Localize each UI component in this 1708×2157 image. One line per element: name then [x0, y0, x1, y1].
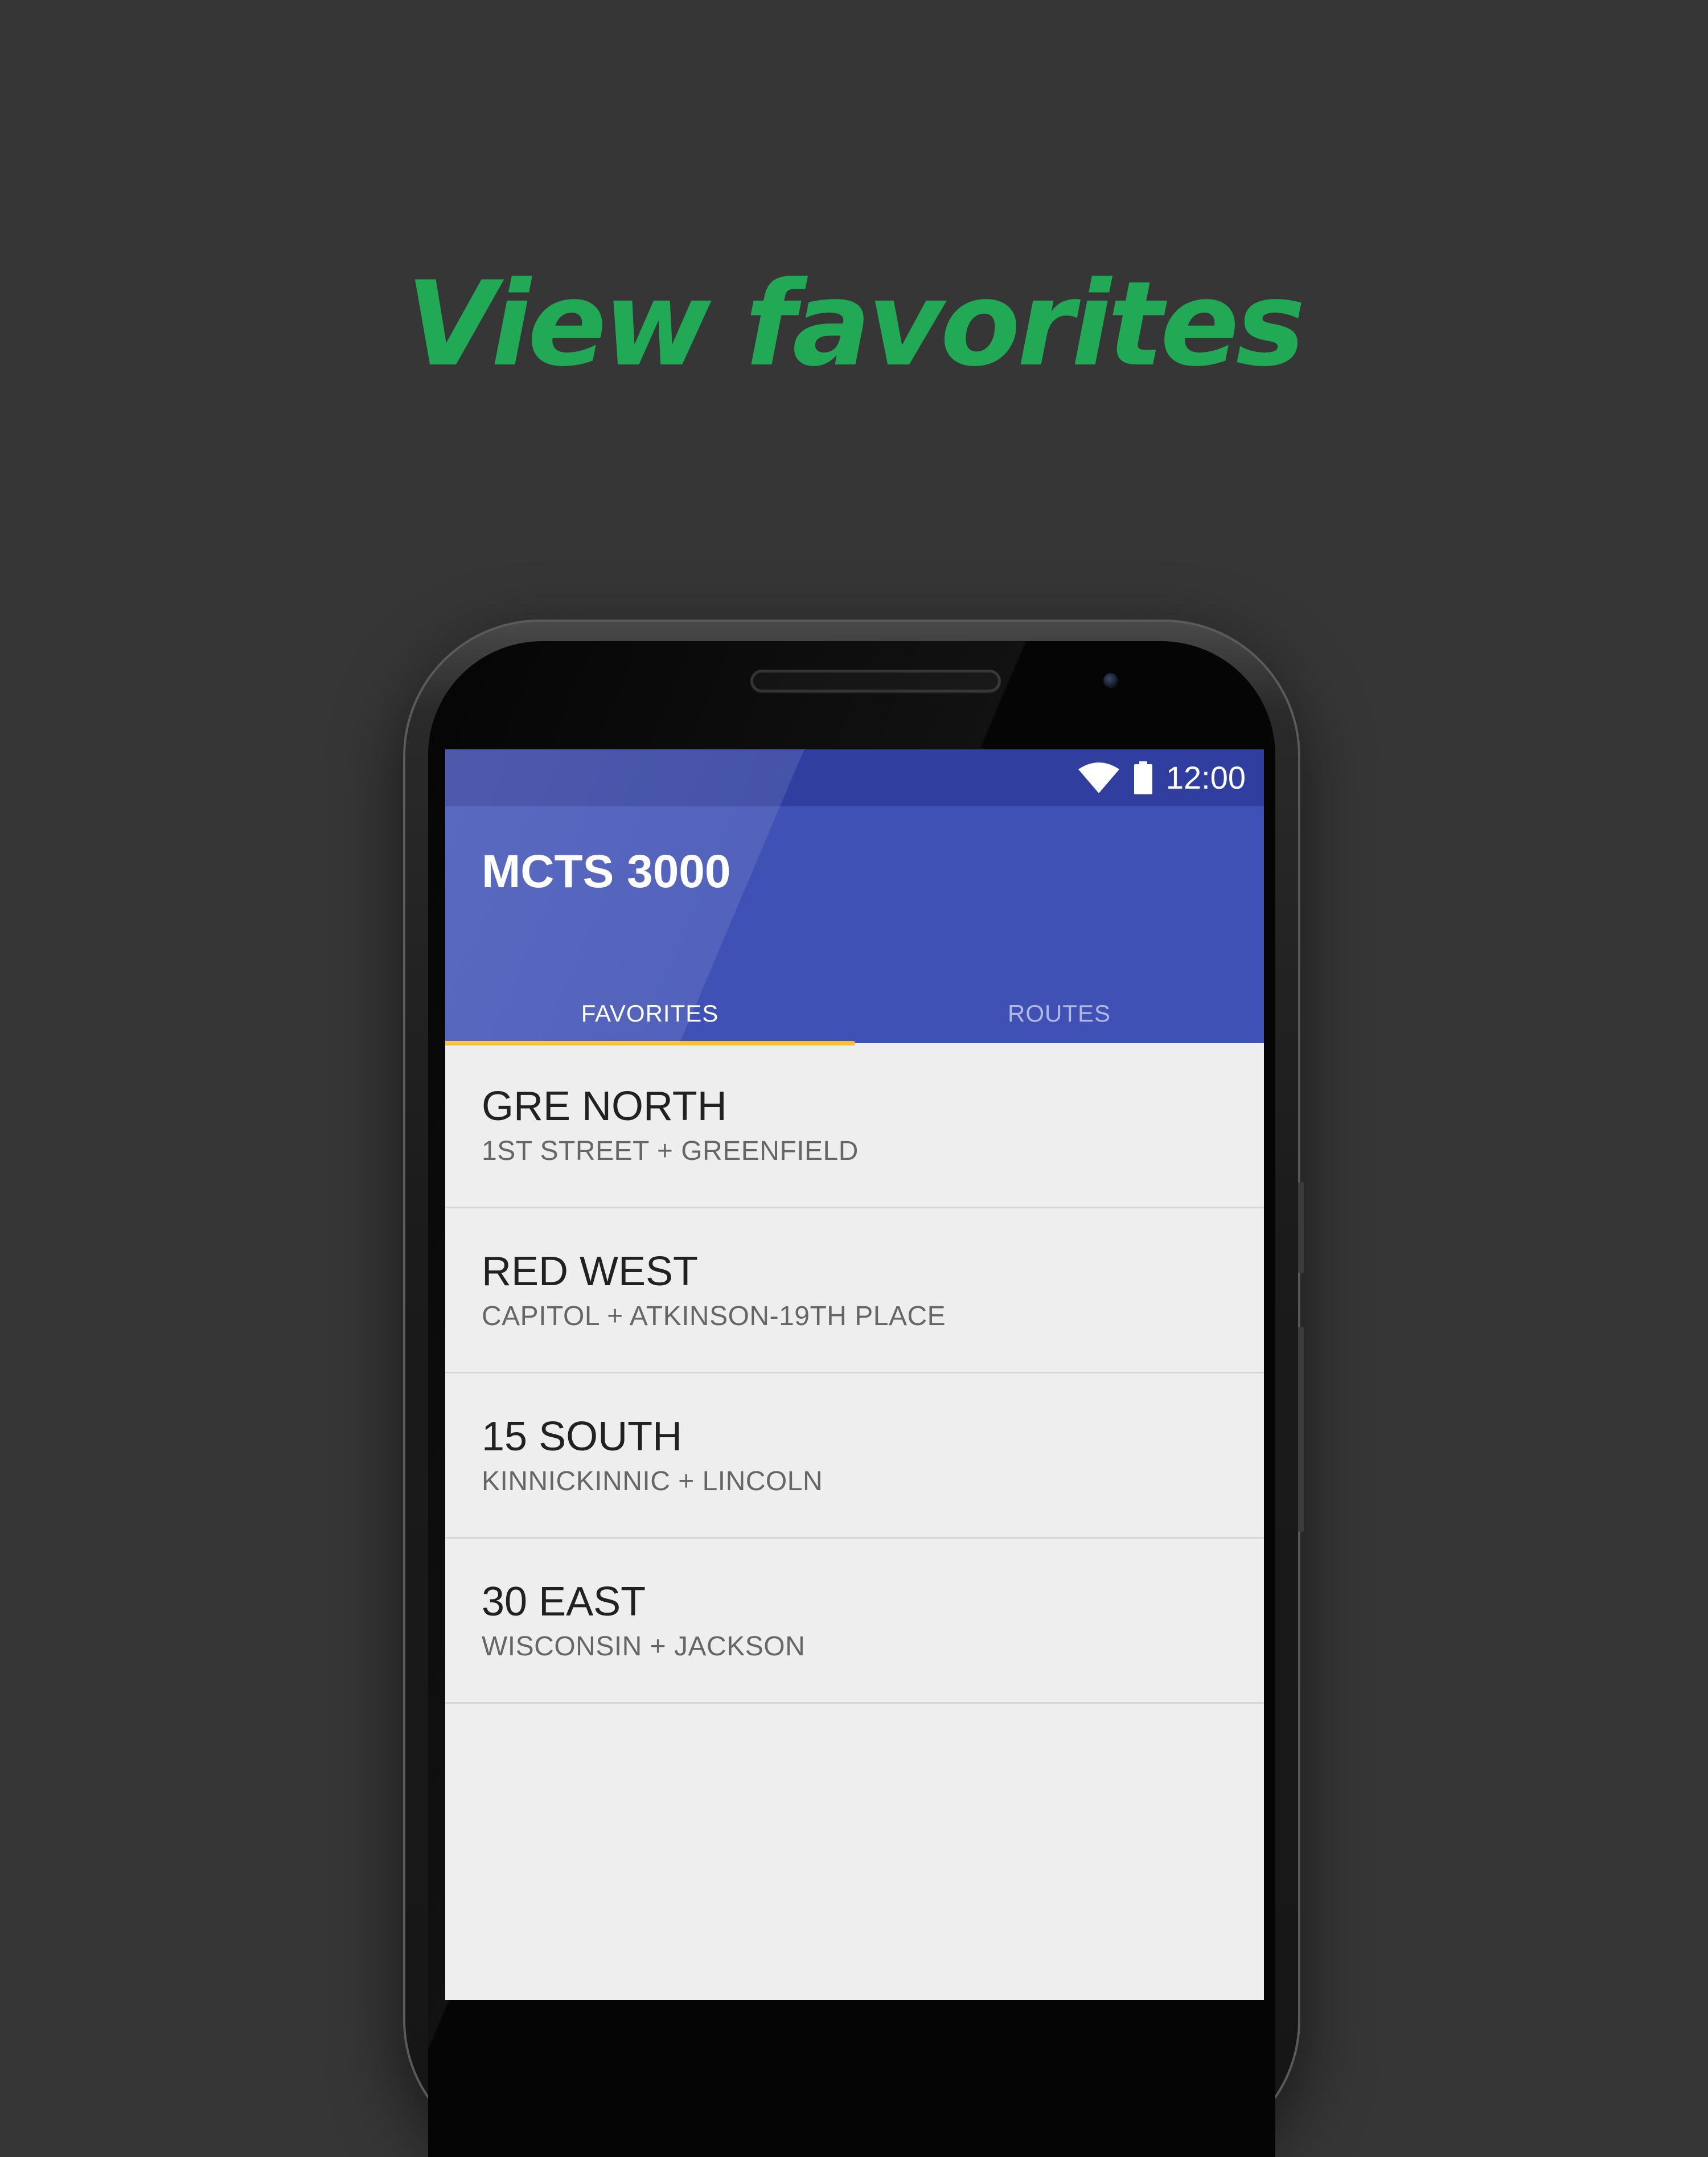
favorite-route-title: 30 EAST: [482, 1579, 646, 1625]
phone-screen: 12:00 MCTS 3000 FAVORITES ROUTES GRE NOR…: [445, 749, 1264, 2000]
status-bar: 12:00: [445, 749, 1264, 806]
favorite-stop-subtitle: 1ST STREET + GREENFIELD: [482, 1136, 859, 1166]
favorite-stop-subtitle: WISCONSIN + JACKSON: [482, 1631, 806, 1662]
favorite-stop-subtitle: KINNICKINNIC + LINCOLN: [482, 1466, 823, 1496]
tab-routes-label: ROUTES: [1007, 1000, 1111, 1027]
favorite-item[interactable]: 15 SOUTH KINNICKINNIC + LINCOLN: [445, 1373, 1264, 1539]
tab-favorites-label: FAVORITES: [581, 1000, 719, 1027]
favorite-route-title: 15 SOUTH: [482, 1414, 683, 1459]
headline: View favorites: [406, 257, 1305, 392]
favorite-item[interactable]: 30 EAST WISCONSIN + JACKSON: [445, 1539, 1264, 1704]
tab-routes[interactable]: ROUTES: [855, 984, 1264, 1043]
favorites-list: GRE NORTH 1ST STREET + GREENFIELD RED WE…: [445, 1043, 1264, 1704]
status-time: 12:00: [1165, 760, 1246, 795]
phone-speaker: [750, 670, 1001, 692]
favorite-stop-subtitle: CAPITOL + ATKINSON-19TH PLACE: [482, 1301, 946, 1331]
app-title: MCTS 3000: [482, 846, 731, 897]
phone-power-button: [1298, 1182, 1304, 1273]
tab-bar: FAVORITES ROUTES: [445, 984, 1264, 1045]
wifi-icon: [1078, 762, 1119, 793]
favorite-item[interactable]: GRE NORTH 1ST STREET + GREENFIELD: [445, 1043, 1264, 1208]
favorite-route-title: RED WEST: [482, 1249, 699, 1294]
phone-volume-button: [1298, 1327, 1304, 1532]
favorite-route-title: GRE NORTH: [482, 1084, 727, 1129]
favorite-item[interactable]: RED WEST CAPITOL + ATKINSON-19TH PLACE: [445, 1208, 1264, 1373]
app-bar: 12:00 MCTS 3000 FAVORITES ROUTES: [445, 749, 1264, 1045]
status-icons: 12:00: [1077, 749, 1246, 806]
battery-icon: [1134, 761, 1152, 794]
front-camera: [1103, 673, 1118, 688]
tab-favorites[interactable]: FAVORITES: [445, 984, 855, 1045]
